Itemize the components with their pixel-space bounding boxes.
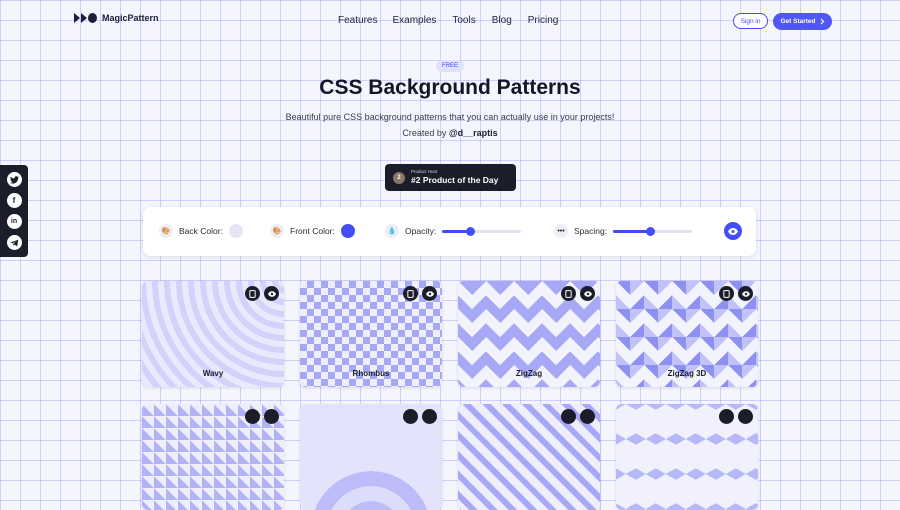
- preview-toggle-button[interactable]: [724, 222, 742, 240]
- logo[interactable]: MagicPattern: [74, 13, 159, 23]
- spacing-control: ••• Spacing:: [554, 224, 693, 238]
- copy-css-icon[interactable]: [561, 286, 576, 301]
- pattern-card-wavy[interactable]: Wavy: [142, 281, 284, 387]
- nav-pricing[interactable]: Pricing: [528, 15, 559, 26]
- spacing-label: Spacing:: [574, 226, 608, 236]
- chevron-right-icon: [820, 18, 824, 25]
- page-title: CSS Background Patterns: [319, 76, 581, 99]
- copy-css-icon[interactable]: [245, 286, 260, 301]
- product-hunt-rank: #2 Product of the Day: [411, 174, 499, 185]
- copy-css-icon[interactable]: [719, 409, 734, 424]
- telegram-icon[interactable]: [6, 235, 22, 250]
- nav-tools[interactable]: Tools: [452, 15, 475, 26]
- spacing-dots-icon: •••: [554, 224, 568, 238]
- spacing-slider-handle[interactable]: [646, 226, 656, 236]
- logo-mark-icon: [74, 13, 97, 23]
- spacing-slider[interactable]: [613, 226, 693, 236]
- opacity-slider-handle[interactable]: [465, 226, 475, 236]
- nav-blog[interactable]: Blog: [492, 15, 512, 26]
- pattern-card-zigzag[interactable]: ZigZag: [458, 281, 600, 387]
- card-actions: [561, 409, 595, 424]
- eye-icon[interactable]: [264, 409, 279, 424]
- created-by-prefix: Created by: [402, 128, 447, 138]
- medal-icon: 2: [393, 171, 405, 184]
- free-badge: FREE: [436, 60, 464, 72]
- author-link[interactable]: @d__raptis: [449, 128, 498, 138]
- front-color-control: 🎨 Front Color:: [270, 224, 355, 238]
- back-color-control: 🎨 Back Color:: [159, 224, 243, 238]
- linkedin-icon[interactable]: in: [6, 214, 22, 229]
- copy-css-icon[interactable]: [403, 409, 418, 424]
- product-hunt-badge[interactable]: 2 Product Hunt #2 Product of the Day: [385, 164, 516, 191]
- copy-css-icon[interactable]: [245, 409, 260, 424]
- front-color-swatch[interactable]: [340, 224, 355, 238]
- opacity-control: 💧 Opacity:: [385, 224, 522, 238]
- palette-icon: 🎨: [270, 224, 284, 238]
- nav-features[interactable]: Features: [338, 15, 377, 26]
- pattern-name: Wavy: [202, 369, 224, 378]
- card-actions: [403, 409, 437, 424]
- eye-icon[interactable]: [580, 286, 595, 301]
- twitter-icon[interactable]: [6, 172, 22, 187]
- pattern-name: ZigZag 3D: [667, 369, 707, 378]
- copy-css-icon[interactable]: [403, 286, 418, 301]
- card-actions: [719, 286, 753, 301]
- main-nav: Features Examples Tools Blog Pricing: [338, 15, 558, 26]
- logo-text: MagicPattern: [102, 13, 159, 23]
- eye-icon[interactable]: [422, 409, 437, 424]
- card-actions: [403, 286, 437, 301]
- palette-icon: 🎨: [159, 224, 173, 238]
- nav-examples[interactable]: Examples: [392, 15, 436, 26]
- pattern-name: Rhombus: [352, 369, 390, 378]
- pattern-card-rhombus[interactable]: Rhombus: [300, 281, 442, 387]
- sign-in-button[interactable]: Sign in: [733, 13, 768, 29]
- back-color-swatch[interactable]: [228, 224, 243, 238]
- eye-icon[interactable]: [738, 286, 753, 301]
- social-share-bar: f in: [0, 165, 28, 257]
- eye-icon: [728, 227, 738, 235]
- created-by: Created by @d__raptis: [0, 128, 900, 138]
- back-color-label: Back Color:: [179, 226, 223, 236]
- eye-icon[interactable]: [422, 286, 437, 301]
- eye-icon[interactable]: [738, 409, 753, 424]
- card-actions: [561, 286, 595, 301]
- copy-css-icon[interactable]: [719, 286, 734, 301]
- card-actions: [719, 409, 753, 424]
- get-started-label: Get Started: [780, 18, 816, 25]
- card-actions: [245, 286, 279, 301]
- opacity-slider[interactable]: [442, 226, 522, 236]
- card-actions: [245, 409, 279, 424]
- eye-icon[interactable]: [264, 286, 279, 301]
- facebook-icon[interactable]: f: [6, 193, 22, 208]
- pattern-name: ZigZag: [515, 369, 543, 378]
- pattern-card-zigzag-3d[interactable]: ZigZag 3D: [616, 281, 758, 387]
- front-color-label: Front Color:: [290, 226, 335, 236]
- opacity-label: Opacity:: [405, 226, 437, 236]
- opacity-drop-icon: 💧: [385, 224, 399, 238]
- get-started-button[interactable]: Get Started: [773, 13, 832, 30]
- page-subtitle: Beautiful pure CSS background patterns t…: [285, 112, 615, 122]
- copy-css-icon[interactable]: [561, 409, 576, 424]
- pattern-controls: 🎨 Back Color: 🎨 Front Color: 💧 Opacity: …: [143, 207, 756, 256]
- eye-icon[interactable]: [580, 409, 595, 424]
